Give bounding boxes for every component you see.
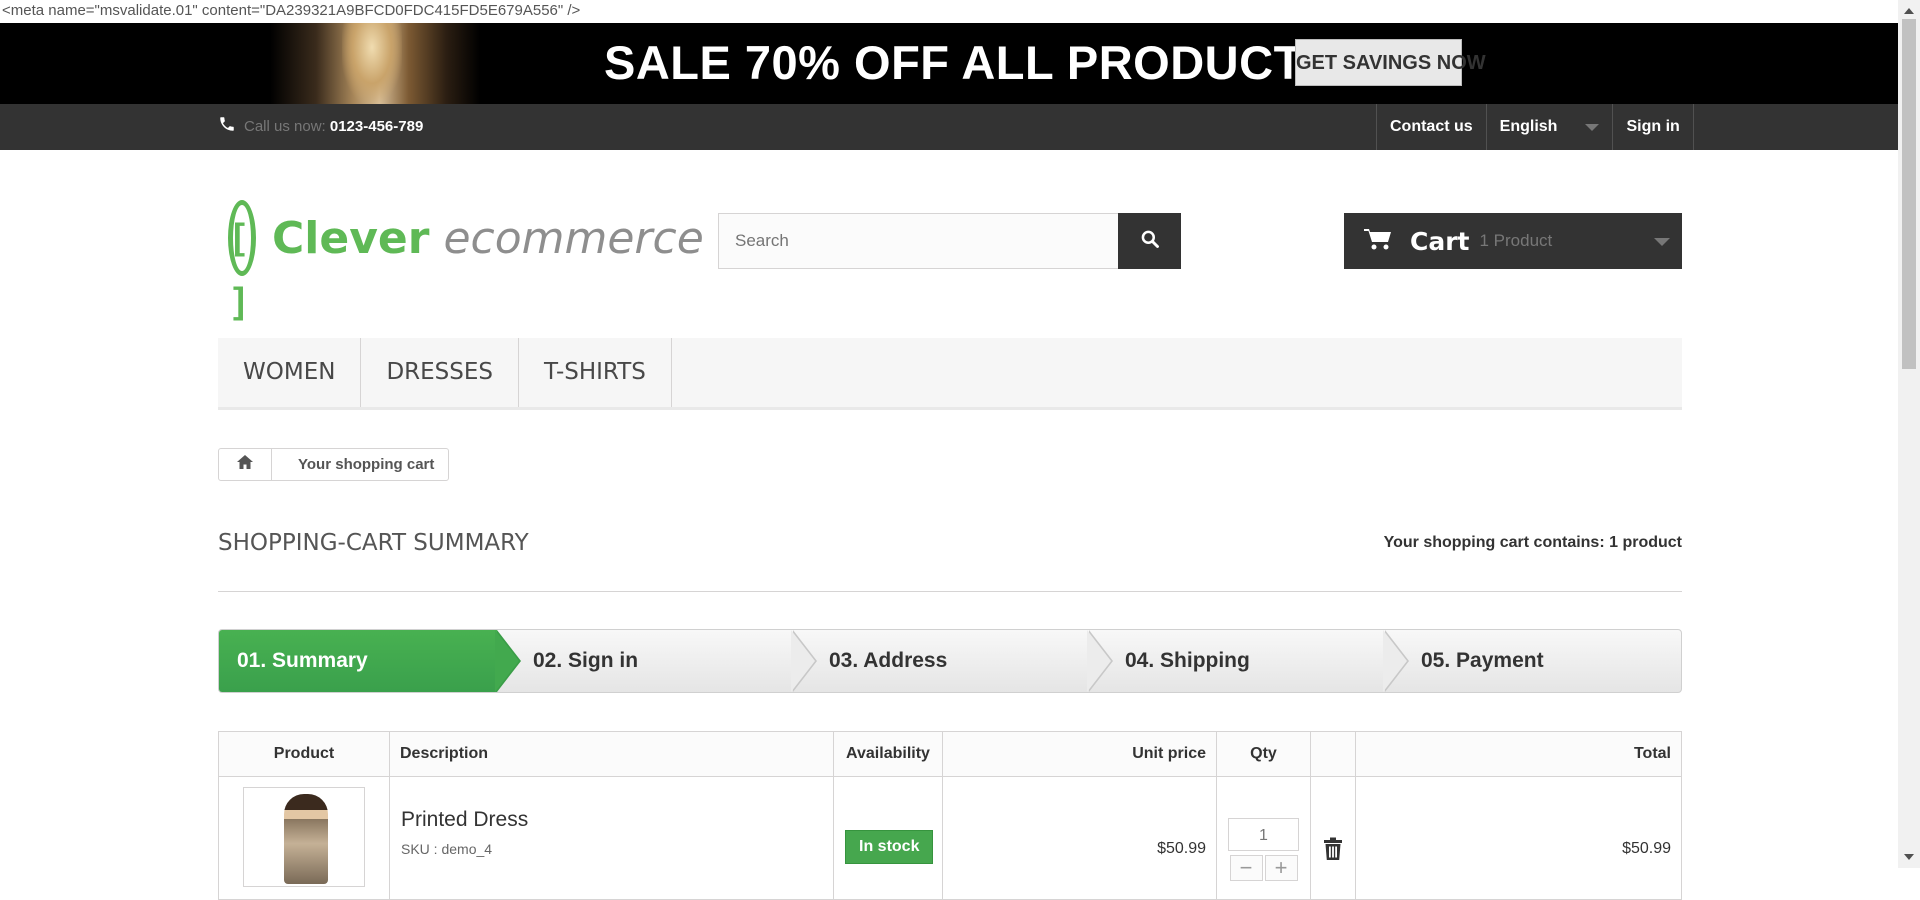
step-label: 05. Payment — [1421, 649, 1544, 672]
menu-item-dresses[interactable]: DRESSES — [361, 338, 519, 407]
table-row: Printed Dress SKU : demo_4 In stock $50.… — [218, 776, 1682, 900]
column-header-unit-price: Unit price — [942, 731, 1217, 777]
logo-mark: [ ] — [228, 200, 256, 321]
column-header-delete — [1310, 731, 1356, 777]
search-icon — [1140, 229, 1160, 254]
step-label: 02. Sign in — [533, 649, 639, 672]
cart-label: Cart — [1410, 226, 1470, 256]
phone-number: 0123-456-789 — [329, 118, 424, 135]
step-label: 01. Summary — [237, 649, 368, 672]
page-title: SHOPPING-CART SUMMARY — [218, 530, 529, 556]
page-scrollbar[interactable] — [1898, 0, 1920, 868]
language-label: English — [1499, 118, 1558, 135]
delete-cell — [1310, 776, 1356, 900]
total-cell: $50.99 — [1355, 776, 1682, 900]
trash-icon[interactable] — [1323, 837, 1343, 866]
table-header-row: Product Description Availability Unit pr… — [218, 731, 1682, 777]
product-sku: SKU : demo_4 — [401, 841, 493, 857]
cart-icon — [1364, 227, 1392, 256]
availability-cell: In stock — [833, 776, 943, 900]
cart-quantity: 1 Product — [1479, 231, 1553, 250]
logo-text: Clever ecommerce — [272, 213, 704, 264]
get-savings-button[interactable]: GET SAVINGS NOW — [1295, 39, 1486, 86]
scroll-down-icon[interactable] — [1904, 854, 1914, 860]
contact-us-link[interactable]: Contact us — [1376, 104, 1486, 150]
logo-brand-primary: Clever — [272, 212, 430, 264]
call-us: Call us now: 0123-456-789 — [218, 104, 423, 150]
step-shipping[interactable]: 04. Shipping — [1089, 630, 1409, 692]
top-links: Contact us English Sign in — [1376, 104, 1694, 150]
breadcrumb-current: Your shopping cart — [298, 456, 435, 473]
promo-model-image — [270, 23, 480, 104]
home-icon — [236, 454, 254, 475]
column-header-description: Description — [389, 731, 834, 777]
promo-headline: SALE 70% OFF ALL PRODUCTS — [604, 36, 1335, 89]
step-sign-in[interactable]: 02. Sign in — [497, 630, 817, 692]
breadcrumb-home[interactable] — [219, 449, 272, 480]
logo-brand-secondary: ecommerce — [443, 212, 704, 264]
top-nav-bar: Call us now: 0123-456-789 Contact us Eng… — [0, 104, 1898, 150]
checkout-steps: 01. Summary 02. Sign in 03. Address 04. … — [218, 629, 1682, 693]
quantity-input[interactable]: 1 — [1228, 818, 1299, 851]
main-menu: WOMEN DRESSES T-SHIRTS — [218, 338, 1682, 410]
call-label: Call us now: — [244, 118, 326, 135]
product-name-link[interactable]: Printed Dress — [401, 808, 832, 832]
product-cell — [218, 776, 390, 900]
step-summary[interactable]: 01. Summary — [219, 630, 521, 692]
cart-count-text: Your shopping cart contains: 1 product — [1383, 534, 1682, 551]
search-input[interactable] — [718, 213, 1118, 269]
summary-heading: SHOPPING-CART SUMMARY Your shopping cart… — [218, 528, 1682, 592]
quantity-decrease-button[interactable]: − — [1229, 855, 1263, 881]
cart-button[interactable]: Cart 1 Product — [1344, 213, 1682, 269]
step-address[interactable]: 03. Address — [793, 630, 1113, 692]
step-label: 04. Shipping — [1125, 649, 1250, 672]
column-header-availability: Availability — [833, 731, 943, 777]
breadcrumb: Your shopping cart — [218, 448, 450, 481]
menu-item-women[interactable]: WOMEN — [218, 338, 362, 407]
step-label: 03. Address — [829, 649, 948, 672]
search-button[interactable] — [1118, 213, 1181, 269]
product-image[interactable] — [243, 787, 365, 887]
qty-cell: 1 − + — [1216, 776, 1311, 900]
step-payment[interactable]: 05. Payment — [1385, 630, 1681, 692]
cart-table: Product Description Availability Unit pr… — [218, 731, 1682, 900]
description-cell: Printed Dress SKU : demo_4 — [389, 776, 834, 900]
quantity-increase-button[interactable]: + — [1264, 855, 1298, 881]
phone-icon — [218, 106, 236, 131]
column-header-product: Product — [218, 731, 390, 777]
chevron-down-icon — [1585, 123, 1600, 131]
promo-banner[interactable]: SALE 70% OFF ALL PRODUCTS GET SAVINGS NO… — [0, 23, 1898, 104]
line-total: $50.99 — [1622, 840, 1671, 857]
search-form — [718, 213, 1181, 269]
meta-tag-text: <meta name="msvalidate.01" content="DA23… — [2, 2, 581, 19]
unit-price-cell: $50.99 — [942, 776, 1217, 900]
unit-price: $50.99 — [1157, 840, 1206, 857]
scrollbar-thumb[interactable] — [1902, 19, 1916, 369]
scroll-up-icon[interactable] — [1904, 8, 1914, 14]
sign-in-link[interactable]: Sign in — [1612, 104, 1694, 150]
chevron-down-icon — [1654, 238, 1670, 246]
column-header-qty: Qty — [1216, 731, 1311, 777]
site-logo[interactable]: [ ] Clever ecommerce — [228, 196, 704, 321]
language-selector[interactable]: English — [1485, 104, 1613, 150]
menu-item-tshirts[interactable]: T-SHIRTS — [519, 338, 672, 407]
in-stock-badge: In stock — [845, 830, 934, 864]
column-header-total: Total — [1355, 731, 1682, 777]
